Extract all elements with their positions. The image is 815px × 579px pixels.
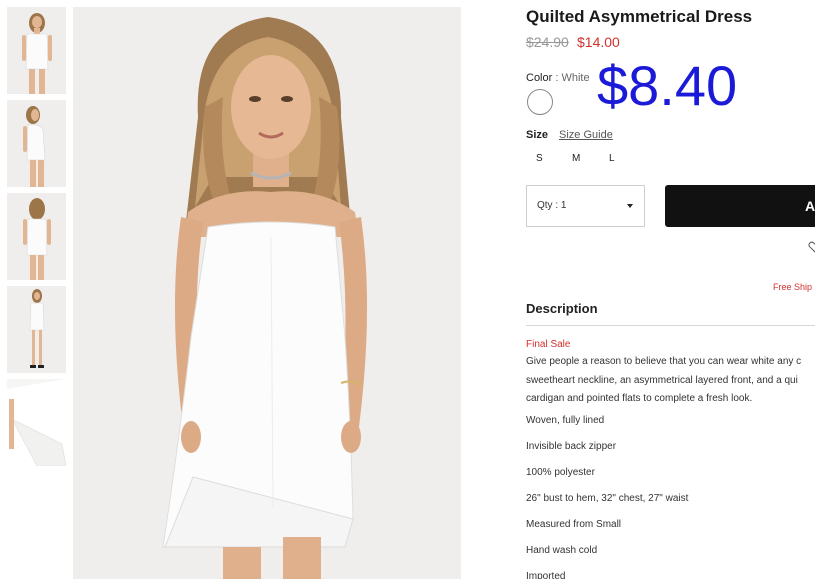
description-divider: [526, 325, 815, 326]
thumbnail-front[interactable]: [7, 7, 66, 94]
color-swatch-white[interactable]: [527, 89, 553, 115]
heart-icon[interactable]: [808, 240, 815, 254]
thumbnail-back[interactable]: [7, 193, 66, 280]
model-photo: [73, 7, 461, 579]
quantity-select[interactable]: Qty : 1: [526, 185, 645, 227]
detail-item: Imported: [526, 571, 566, 579]
size-guide-link[interactable]: Size Guide: [559, 129, 613, 141]
color-label-row: Color : White: [526, 72, 590, 84]
thumbnail-side-image: [7, 100, 66, 187]
size-option-m[interactable]: M: [572, 153, 580, 164]
thumbnail-front-image: [7, 7, 66, 94]
chevron-down-icon: [627, 204, 633, 208]
main-product-image: [73, 7, 461, 579]
description-line: cardigan and pointed flats to complete a…: [526, 393, 753, 404]
color-separator: :: [555, 72, 559, 84]
add-to-bag-label: A: [805, 198, 815, 214]
size-option-s[interactable]: S: [536, 153, 543, 164]
description-line: sweetheart neckline, an asymmetrical lay…: [526, 374, 798, 386]
detail-item: Measured from Small: [526, 519, 622, 530]
detail-item: Invisible back zipper: [526, 441, 617, 452]
product-title: Quilted Asymmetrical Dress: [526, 7, 753, 26]
detail-item: Woven, fully lined: [526, 415, 605, 426]
color-label: Color: [526, 72, 553, 84]
description-body: Give people a reason to believe that you…: [526, 353, 815, 409]
detail-item: Hand wash cold: [526, 545, 598, 556]
description-line: Give people a reason to believe that you…: [526, 356, 802, 367]
add-to-bag-button[interactable]: A: [665, 185, 815, 227]
thumbnail-fabric-detail[interactable]: [7, 379, 66, 466]
detail-item: 100% polyester: [526, 467, 595, 478]
thumbnail-full-length-image: [7, 286, 66, 373]
thumbnail-full-length[interactable]: [7, 286, 66, 373]
detail-item: 26" bust to hem, 32" chest, 27" waist: [526, 493, 689, 504]
product-info-panel: Quilted Asymmetrical Dress $24.90 $14.00…: [526, 0, 815, 579]
original-price: $24.90: [526, 34, 569, 50]
thumbnail-fabric-detail-image: [7, 379, 66, 466]
size-label: Size: [526, 129, 549, 141]
final-sale-label: Final Sale: [526, 339, 571, 350]
thumbnail-side[interactable]: [7, 100, 66, 187]
sale-price: $14.00: [577, 34, 620, 50]
size-option-l[interactable]: L: [609, 153, 615, 164]
thumbnail-back-image: [7, 193, 66, 280]
quantity-value: Qty : 1: [537, 200, 567, 211]
description-heading: Description: [526, 301, 598, 316]
color-value: White: [561, 72, 590, 84]
free-shipping-text: Free Ship: [773, 282, 813, 292]
overlay-price: $8.40: [597, 54, 738, 117]
